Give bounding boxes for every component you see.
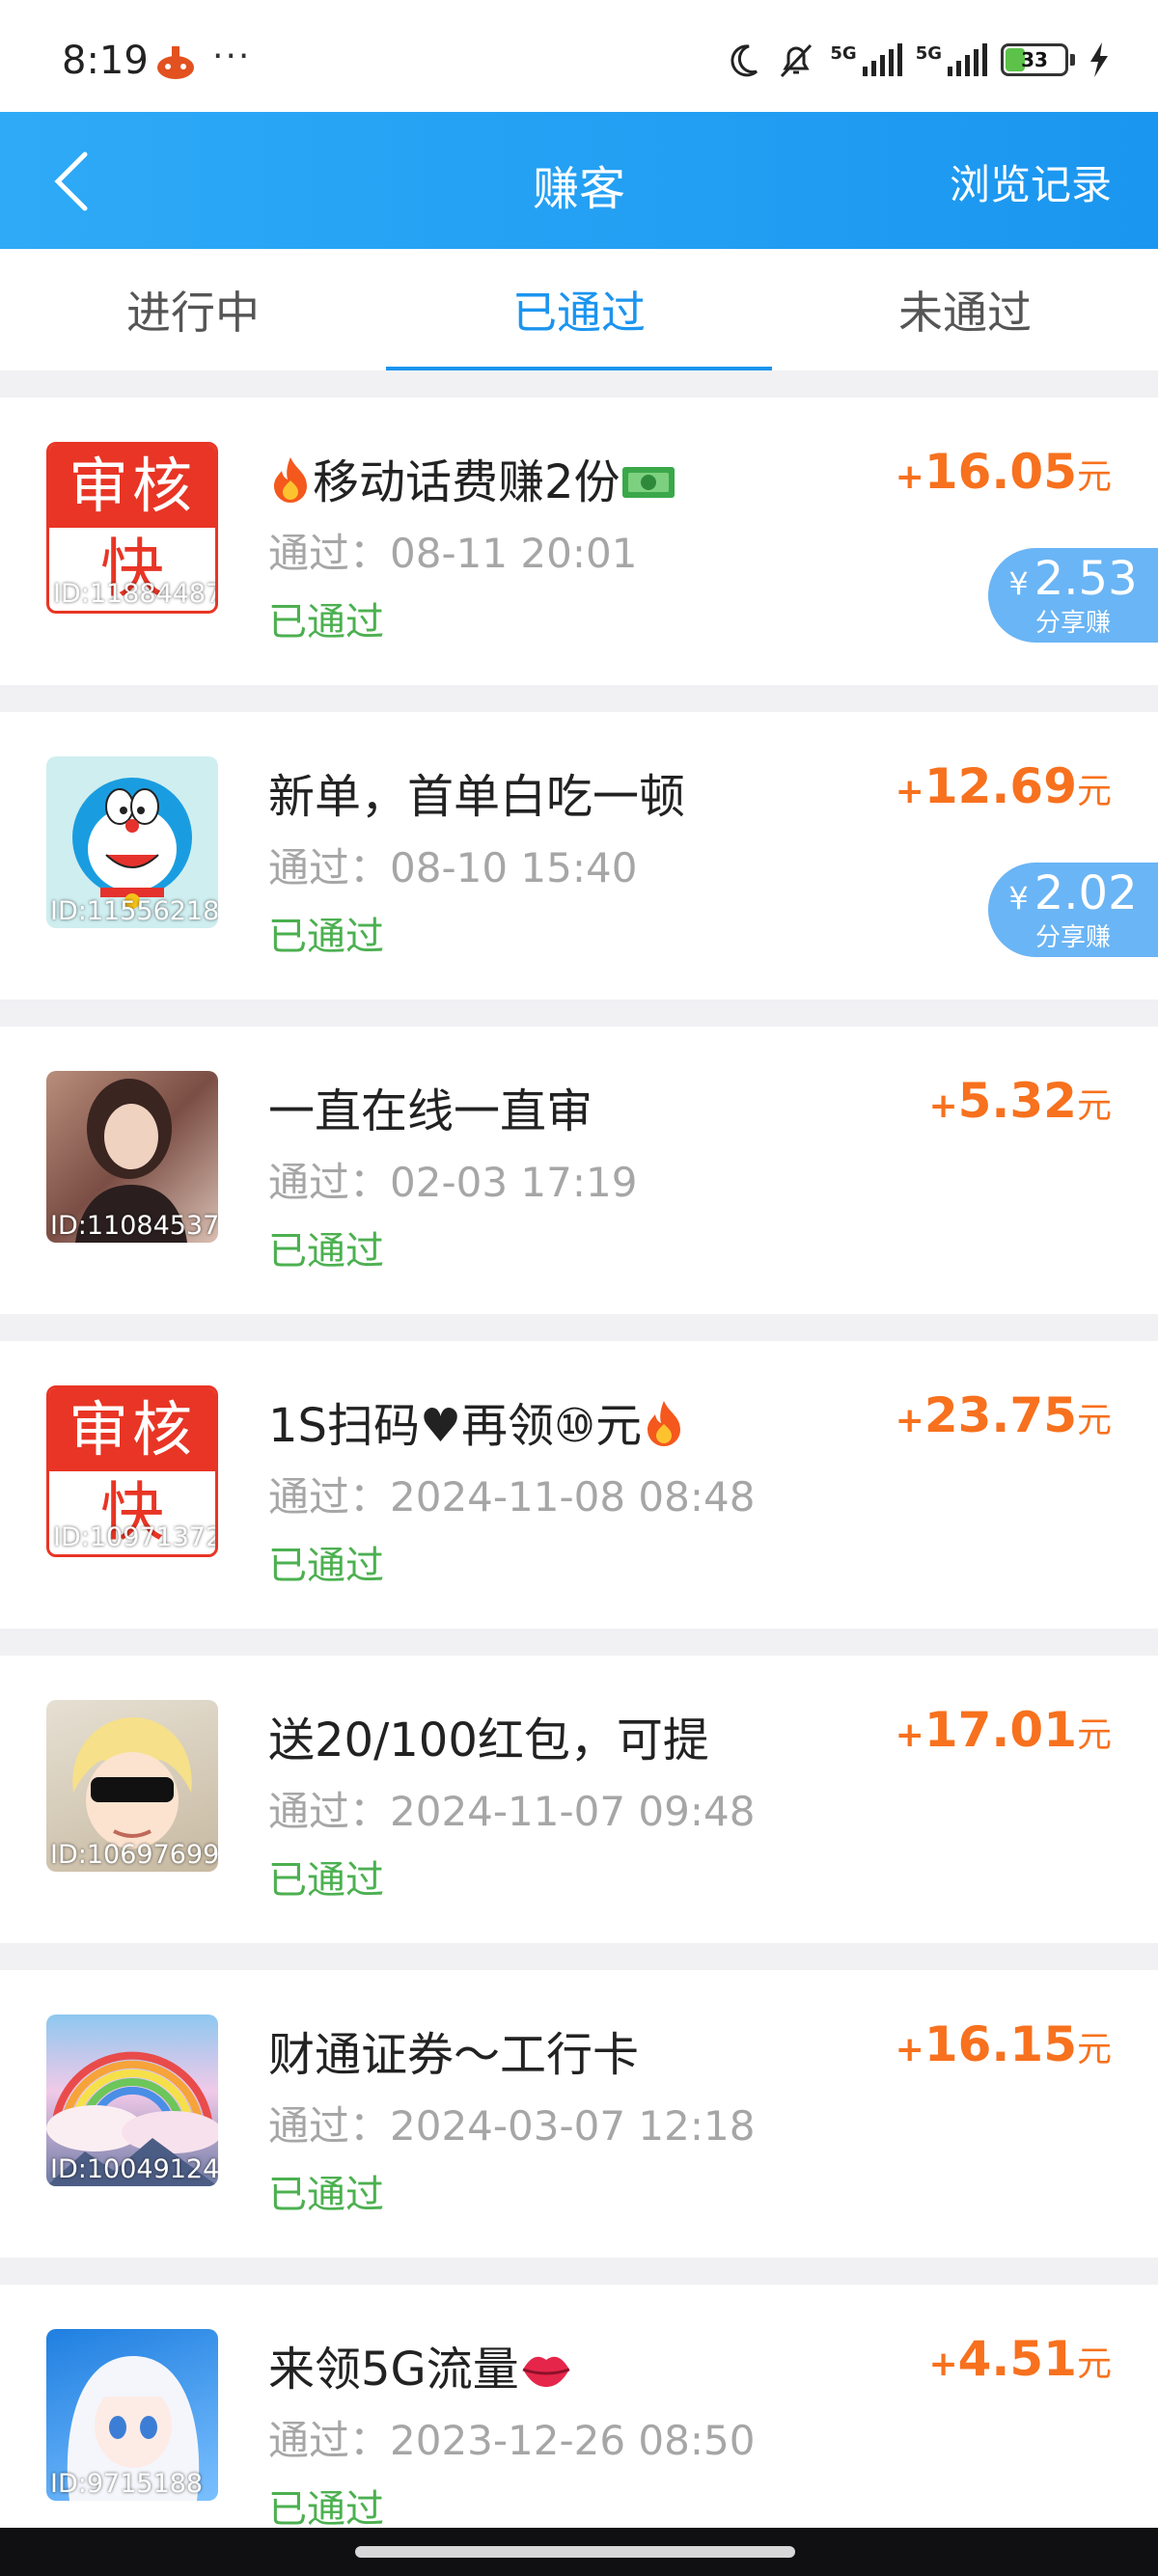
task-id: ID:11084537 [50,1211,218,1241]
task-thumbnail: 审核 快 ID:10971372 [46,1385,218,1557]
reward-amount: +12.69元 [895,758,1112,814]
task-thumbnail: ID:9715188 [46,2329,218,2501]
approved-time: 通过：2024-11-08 08:48 [268,1473,756,1521]
task-id: ID:11884487 [53,579,218,609]
task-id: ID:10697699 [50,1840,218,1870]
share-earn-badge[interactable]: ¥2.53 分享赚 [988,548,1158,643]
reward-amount: +5.32元 [928,1073,1112,1129]
approved-time: 通过：08-11 20:01 [268,530,638,577]
status-label: 已通过 [268,600,384,644]
charging-icon [1090,42,1108,77]
task-thumbnail: 审核 快 ID:11884487 [46,442,218,614]
tab-bar: 进行中 已通过 未通过 [0,249,1158,370]
status-label: 已通过 [268,1858,384,1903]
reward-amount: +16.15元 [895,2016,1112,2072]
status-label: 已通过 [268,1544,384,1588]
list-item[interactable]: ID:11084537 一直在线一直审 通过：02-03 17:19 已通过 +… [0,1027,1158,1314]
task-id: ID:10971372 [53,1522,218,1552]
task-thumbnail: ID:10697699 [46,1700,218,1872]
status-label: 已通过 [268,1229,384,1274]
tab-approved[interactable]: 已通过 [386,249,772,370]
home-indicator[interactable] [355,2546,795,2558]
approved-time: 通过：2023-12-26 08:50 [268,2417,756,2464]
task-thumbnail: ID:10049124 [46,2014,218,2186]
approved-time: 通过：08-10 15:40 [268,844,638,891]
task-title: 送20/100红包，可提 [268,1713,709,1768]
reward-amount: +16.05元 [895,444,1112,500]
signal-icon: 5G [916,43,987,76]
list-item[interactable]: ID:10697699 送20/100红包，可提 通过：2024-11-07 0… [0,1656,1158,1943]
tab-in-progress[interactable]: 进行中 [0,249,386,370]
list-item[interactable]: ID:10049124 财通证券～工行卡 通过：2024-03-07 12:18… [0,1970,1158,2258]
status-label: 已通过 [268,915,384,959]
list-item[interactable]: 审核 快 ID:11884487 移动话费赚2份 通过：08-11 20:01 … [0,397,1158,685]
reward-amount: +4.51元 [928,2331,1112,2387]
fire-icon [274,457,307,503]
task-id: ID:11556218 [50,896,218,926]
task-title: 1S扫码♥再领⑩元 [268,1387,686,1455]
status-time: 8:19 [62,39,149,83]
signal-icon: 5G [830,43,902,76]
moon-icon [731,44,758,77]
browse-history-button[interactable]: 浏览记录 [950,152,1112,211]
task-title: 新单，首单白吃一顿 [268,770,686,824]
more-notifications-icon: ··· [212,37,252,76]
task-thumbnail: ID:11556218 [46,756,218,928]
money-icon [621,467,675,498]
tab-rejected[interactable]: 未通过 [772,249,1158,370]
share-earn-badge[interactable]: ¥2.02 分享赚 [988,863,1158,957]
task-title: 一直在线一直审 [268,1084,593,1138]
status-label: 已通过 [268,2487,384,2532]
battery-icon: 33 [1001,43,1068,76]
lips-icon [522,2356,570,2387]
task-title: 财通证券～工行卡 [268,2028,640,2082]
bell-muted-icon [781,43,813,78]
approved-time: 通过：2024-03-07 12:18 [268,2102,756,2150]
status-icons: 5G 5G 33 [724,39,1110,81]
reward-amount: +23.75元 [895,1387,1112,1443]
task-title: 来领5G流量 [268,2331,573,2398]
task-id: ID:10049124 [50,2154,218,2184]
approved-time: 通过：2024-11-07 09:48 [268,1788,756,1835]
list-item[interactable]: 审核 快 ID:10971372 1S扫码♥再领⑩元 通过：2024-11-08… [0,1341,1158,1629]
app-notification-icon [157,46,194,79]
reward-amount: +17.01元 [895,1702,1112,1758]
status-bar: 8:19 ··· 5G 5G 33 [0,0,1158,112]
task-list: 审核 快 ID:11884487 移动话费赚2份 通过：08-11 20:01 … [0,397,1158,2576]
list-item[interactable]: ID:11556218 新单，首单白吃一顿 通过：08-10 15:40 已通过… [0,712,1158,1000]
app-header: 赚客 浏览记录 [0,112,1158,249]
navigation-bar [0,2528,1158,2576]
status-label: 已通过 [268,2173,384,2217]
approved-time: 通过：02-03 17:19 [268,1159,638,1206]
fire-icon [648,1401,681,1446]
task-thumbnail: ID:11084537 [46,1071,218,1243]
task-id: ID:9715188 [50,2469,204,2499]
task-title: 移动话费赚2份 [268,444,676,511]
